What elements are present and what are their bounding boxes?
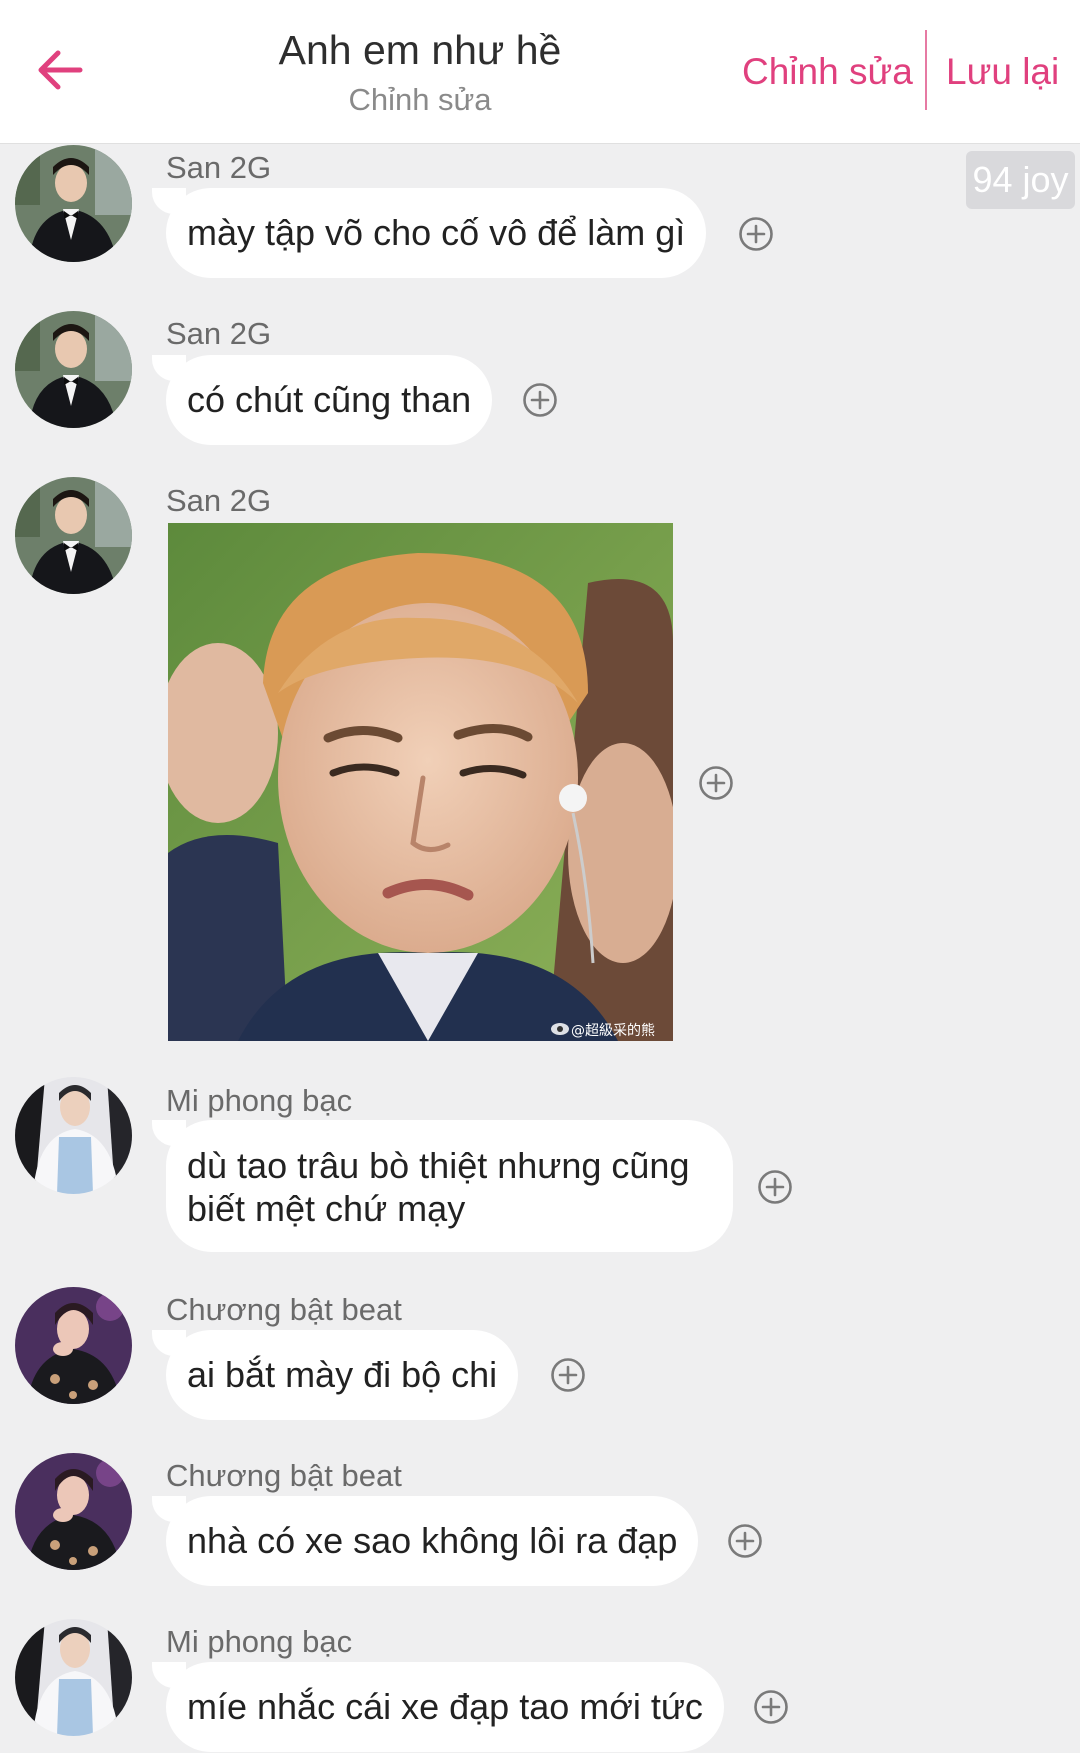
avatar[interactable]: [15, 145, 132, 262]
avatar[interactable]: [15, 1287, 132, 1404]
add-reaction-button[interactable]: [753, 1689, 789, 1725]
sender-name: Mi phong bạc: [166, 1624, 353, 1659]
joy-counter-badge: 94 joy: [966, 151, 1075, 209]
avatar[interactable]: [15, 477, 132, 594]
message-bubble[interactable]: míe nhắc cái xe đạp tao mới tức: [152, 1662, 724, 1752]
edit-button[interactable]: Chỉnh sửa: [742, 46, 913, 98]
message-bubble[interactable]: nhà có xe sao không lôi ra đạp: [151, 1496, 699, 1586]
message-bubble[interactable]: mày tập võ cho cố vô để làm gì: [151, 188, 707, 278]
header-divider: [925, 30, 927, 110]
avatar[interactable]: [15, 1453, 132, 1570]
add-circle-icon: [523, 383, 557, 417]
add-circle-icon: [758, 1170, 792, 1204]
weibo-icon: [551, 1023, 569, 1035]
avatar[interactable]: [15, 311, 132, 428]
add-reaction-button[interactable]: [738, 216, 774, 252]
sender-name: Chương bật beat: [166, 1292, 402, 1327]
sender-name: San 2G: [166, 316, 272, 351]
save-button[interactable]: Lưu lại: [946, 46, 1059, 98]
add-reaction-button[interactable]: [550, 1357, 586, 1393]
add-circle-icon: [739, 217, 773, 251]
sender-name: San 2G: [166, 150, 272, 185]
message-photo[interactable]: @超級采的熊: [168, 523, 673, 1041]
avatar[interactable]: [15, 1077, 132, 1194]
sender-name: Chương bật beat: [166, 1458, 402, 1493]
chat-title: Anh em như hề: [278, 27, 562, 73]
sender-name: San 2G: [166, 483, 272, 518]
image-watermark: @超級采的熊: [571, 1023, 655, 1039]
chat-header: Anh em như hề Chỉnh sửa Chỉnh sửa Lưu lạ…: [0, 0, 1080, 144]
title-block: Anh em như hề Chỉnh sửa: [170, 24, 670, 122]
add-reaction-button[interactable]: [727, 1523, 763, 1559]
message-bubble[interactable]: có chút cũng than: [151, 355, 493, 445]
sender-name: Mi phong bạc: [166, 1083, 353, 1118]
add-reaction-button[interactable]: [522, 382, 558, 418]
chat-subtitle: Chỉnh sửa: [348, 82, 492, 117]
add-circle-icon: [699, 766, 733, 800]
arrow-left-icon: [38, 50, 83, 90]
avatar[interactable]: [15, 1619, 132, 1736]
message-bubble[interactable]: dù tao trâu bò thiệt nhưng cũng biết mệt…: [152, 1120, 733, 1252]
back-button[interactable]: [30, 40, 90, 100]
add-circle-icon: [728, 1524, 762, 1558]
message-bubble[interactable]: ai bắt mày đi bộ chi: [151, 1330, 519, 1420]
add-circle-icon: [551, 1358, 585, 1392]
add-reaction-button[interactable]: [757, 1169, 793, 1205]
add-circle-icon: [754, 1690, 788, 1724]
add-reaction-button[interactable]: [698, 765, 734, 801]
